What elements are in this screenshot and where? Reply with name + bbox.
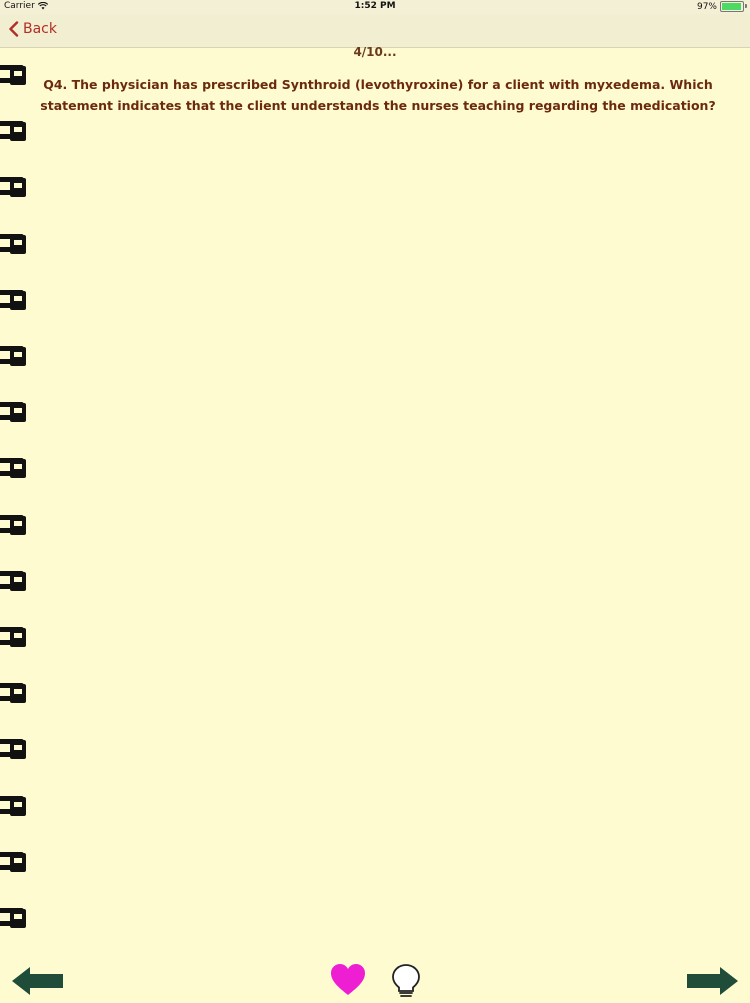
binding-ring bbox=[0, 233, 28, 255]
arrow-left-icon bbox=[12, 967, 63, 995]
next-button[interactable] bbox=[685, 965, 740, 997]
lightbulb-icon bbox=[392, 964, 420, 997]
binding-ring bbox=[0, 907, 28, 929]
binding-ring bbox=[0, 795, 28, 817]
binding-ring bbox=[0, 570, 28, 592]
binding-ring bbox=[0, 289, 28, 311]
clock: 1:52 PM bbox=[354, 1, 396, 11]
binding-ring bbox=[0, 64, 28, 86]
binding-ring bbox=[0, 682, 28, 704]
navigation-bar: Back bbox=[0, 14, 750, 48]
hint-button[interactable] bbox=[390, 963, 422, 999]
question-progress: 4/10... bbox=[353, 45, 397, 59]
favorite-button[interactable] bbox=[330, 963, 366, 997]
battery-percent: 97% bbox=[696, 1, 717, 12]
question-text: Q4. The physician has prescribed Synthro… bbox=[40, 77, 716, 113]
binding-ring bbox=[0, 120, 28, 142]
binding-ring bbox=[0, 626, 28, 648]
previous-button[interactable] bbox=[10, 965, 65, 997]
battery-icon bbox=[720, 1, 747, 12]
binding-ring bbox=[0, 851, 28, 873]
binding-ring bbox=[0, 345, 28, 367]
bottom-toolbar bbox=[0, 955, 750, 1000]
binding-ring bbox=[0, 514, 28, 536]
status-bar: Carrier 1:52 PM 97% bbox=[0, 0, 750, 14]
battery-indicator: 97% bbox=[696, 1, 747, 12]
binding-ring bbox=[0, 457, 28, 479]
spiral-binding bbox=[0, 0, 40, 1000]
binding-ring bbox=[0, 176, 28, 198]
heart-icon bbox=[331, 964, 365, 995]
arrow-right-icon bbox=[687, 967, 738, 995]
battery-fill bbox=[722, 3, 742, 10]
binding-ring bbox=[0, 401, 28, 423]
binding-ring bbox=[0, 738, 28, 760]
